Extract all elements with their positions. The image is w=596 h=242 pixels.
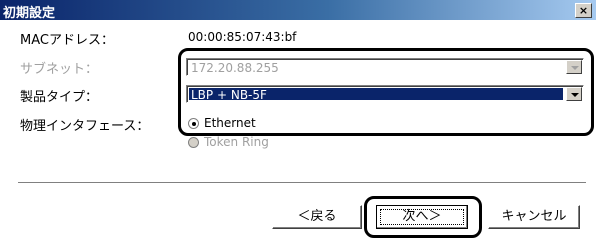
subnet-dropdown-arrow-icon[interactable] bbox=[566, 60, 582, 74]
interface-label: 物理インタフェース： bbox=[20, 119, 150, 134]
window-title: 初期設定 bbox=[3, 6, 56, 21]
subnet-combobox[interactable]: 172.20.88.255 bbox=[186, 58, 584, 76]
product-type-value: LBP + NB-5F bbox=[191, 88, 267, 102]
product-type-dropdown-arrow-icon[interactable] bbox=[566, 87, 582, 101]
product-type-combobox[interactable]: LBP + NB-5F bbox=[186, 85, 584, 103]
subnet-value: 172.20.88.255 bbox=[191, 61, 279, 75]
radio-ethernet[interactable]: Ethernet bbox=[188, 116, 256, 130]
radio-token-ring-label: Token Ring bbox=[204, 135, 269, 149]
mac-address-value: 00:00:85:07:43:bf bbox=[188, 30, 297, 44]
radio-token-ring[interactable]: Token Ring bbox=[188, 135, 269, 149]
radio-unchecked-icon bbox=[188, 137, 199, 148]
mac-address-label: MACアドレス： bbox=[20, 33, 114, 48]
initial-settings-dialog: 初期設定 × MACアドレス： 00:00:85:07:43:bf サブネット：… bbox=[0, 0, 596, 242]
title-bar[interactable]: 初期設定 × bbox=[0, 0, 596, 21]
separator bbox=[18, 182, 586, 184]
product-type-label: 製品タイプ： bbox=[20, 90, 99, 105]
close-icon[interactable]: × bbox=[575, 3, 592, 18]
back-button[interactable]: ＜戻る bbox=[272, 205, 362, 229]
cancel-button[interactable]: キャンセル bbox=[488, 205, 580, 229]
next-button[interactable]: 次へ＞ bbox=[376, 205, 468, 229]
radio-checked-icon bbox=[188, 118, 199, 129]
radio-ethernet-label: Ethernet bbox=[204, 116, 256, 130]
subnet-label: サブネット： bbox=[20, 62, 99, 77]
